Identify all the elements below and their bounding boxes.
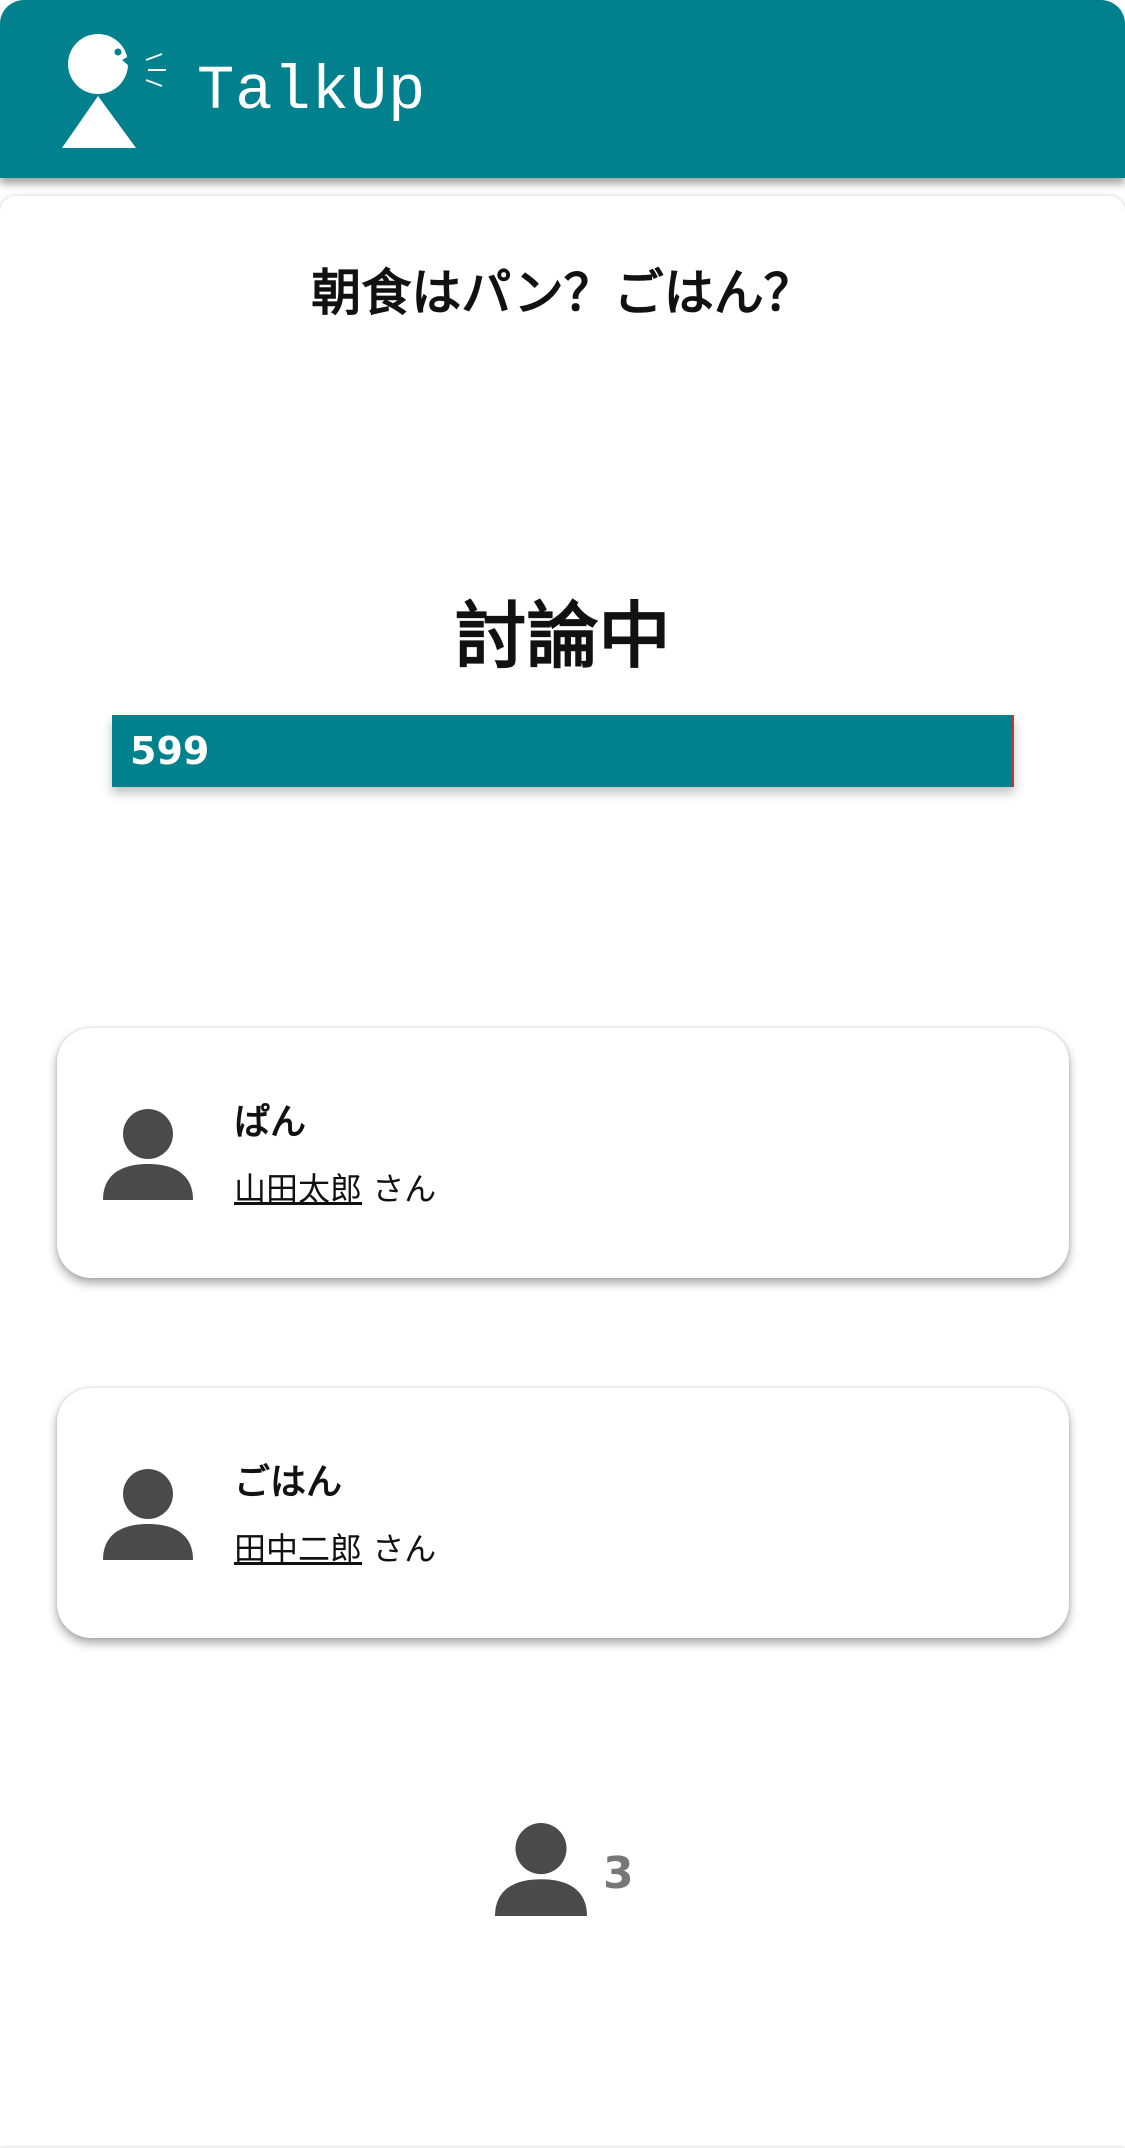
author-line: 田中二郎 さん	[234, 1526, 436, 1572]
opinion-text: ぱん	[234, 1102, 307, 1143]
honorific: さん	[362, 1170, 437, 1208]
app-header: TalkUp	[0, 0, 1125, 178]
user-icon	[495, 1823, 587, 1916]
discussion-status: 討論中	[454, 594, 671, 678]
opinion-card[interactable]: ごはん 田中二郎 さん	[57, 1388, 1069, 1638]
honorific: さん	[362, 1530, 437, 1568]
participant-count: 3	[490, 1822, 650, 1922]
author-link[interactable]: 山田太郎	[234, 1170, 362, 1208]
page: TalkUp 朝食はパン？ごはん？ 討論中 599 ぱん 山田太郎 さん ごはん	[0, 0, 1125, 2148]
timer-value: 599	[130, 729, 210, 773]
speaking-person-icon	[62, 34, 166, 148]
opinion-text: ごはん	[234, 1462, 343, 1503]
discussion-topic: 朝食はパン？ごはん？	[311, 264, 814, 322]
timer-bar: 599	[112, 715, 1014, 787]
user-icon	[103, 1109, 193, 1200]
participant-count-value: 3	[603, 1848, 634, 1899]
app-title[interactable]: TalkUp	[197, 52, 426, 132]
discussion-panel: 朝食はパン？ごはん？ 討論中 599 ぱん 山田太郎 さん ごはん 田中二郎 さ…	[0, 196, 1125, 2146]
author-line: 山田太郎 さん	[234, 1166, 436, 1212]
user-icon	[103, 1469, 193, 1560]
author-link[interactable]: 田中二郎	[234, 1530, 362, 1568]
opinion-card[interactable]: ぱん 山田太郎 さん	[57, 1028, 1069, 1278]
